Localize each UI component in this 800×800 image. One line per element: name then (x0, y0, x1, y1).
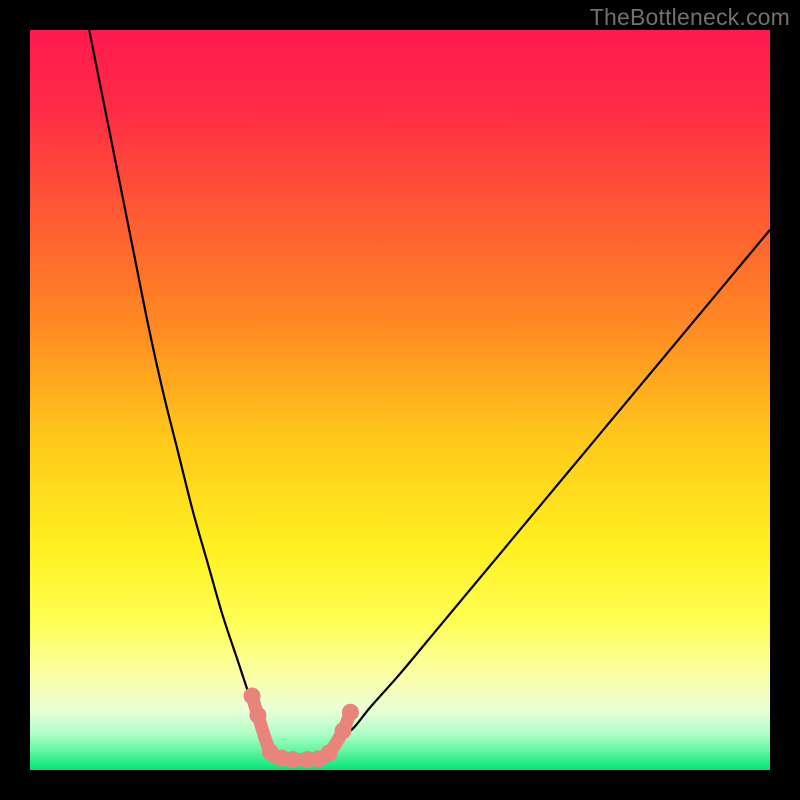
trough-marker (342, 704, 359, 721)
trough-marker (335, 722, 352, 739)
watermark-text: TheBottleneck.com (590, 4, 790, 31)
bottleneck-chart (30, 30, 770, 770)
trough-marker (244, 688, 261, 705)
trough-marker (249, 707, 266, 724)
trough-marker (320, 744, 337, 761)
gradient-background (30, 30, 770, 770)
chart-frame (30, 30, 770, 770)
trough-marker (284, 751, 301, 768)
